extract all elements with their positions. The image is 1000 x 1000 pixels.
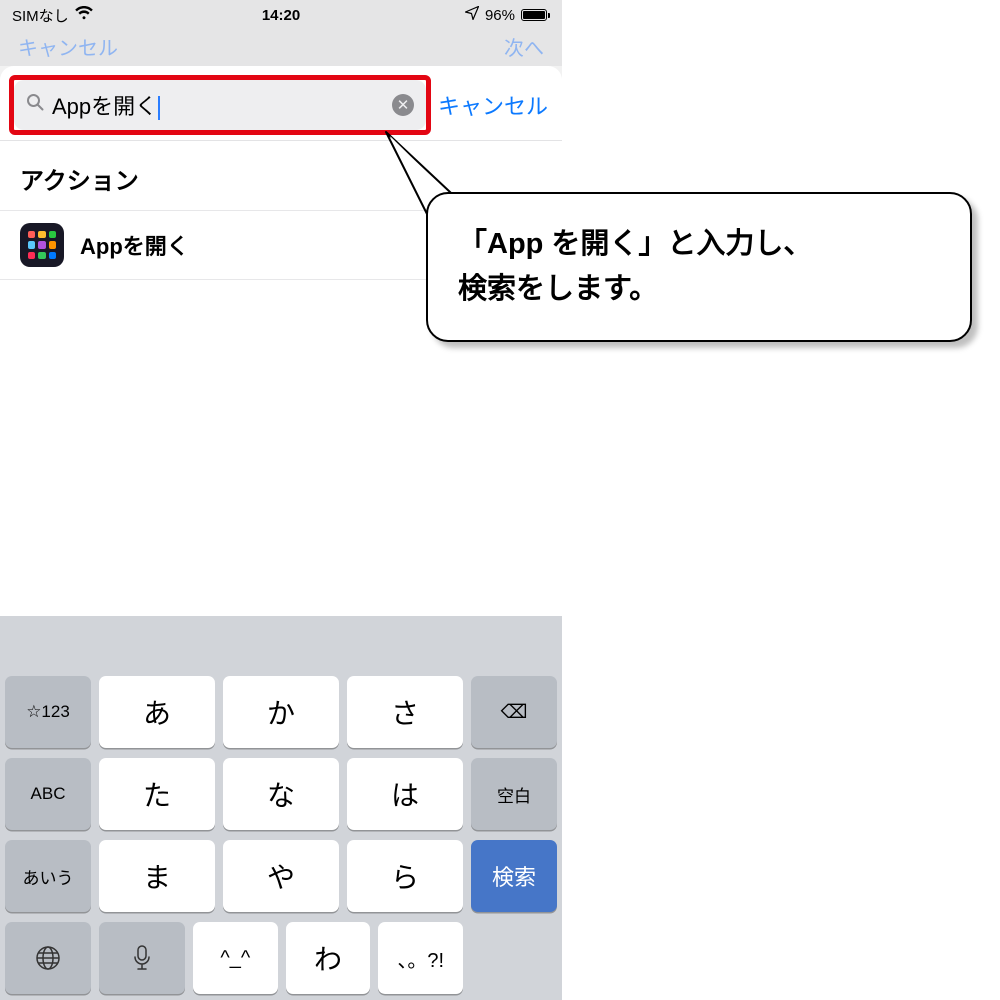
result-label: Appを開く	[80, 229, 189, 261]
cancel-button[interactable]: キャンセル	[438, 89, 548, 121]
key-た[interactable]: た	[99, 758, 215, 830]
key-mic[interactable]	[99, 922, 185, 994]
shortcuts-icon	[20, 223, 64, 267]
search-icon	[26, 93, 44, 117]
instruction-callout: 「App を開く」と入力し、 検索をします。	[426, 192, 972, 342]
key-backspace[interactable]: ⌫	[471, 676, 557, 748]
carrier-label: SIMなし	[12, 5, 69, 26]
key-さ[interactable]: さ	[347, 676, 463, 748]
key-abc[interactable]: ABC	[5, 758, 91, 830]
wifi-icon	[75, 6, 93, 25]
key-や[interactable]: や	[223, 840, 339, 912]
key-、。?![interactable]: 、。?!	[378, 922, 463, 994]
key-globe[interactable]	[5, 922, 91, 994]
key-kana[interactable]: あいう	[5, 840, 91, 912]
background-nav: キャンセル 次へ	[0, 30, 562, 66]
key-ら[interactable]: ら	[347, 840, 463, 912]
key-か[interactable]: か	[223, 676, 339, 748]
callout-line2: 検索をします。	[458, 267, 940, 312]
key-あ[interactable]: あ	[99, 676, 215, 748]
key-は[interactable]: は	[347, 758, 463, 830]
status-bar: SIMなし 14:20 96%	[0, 0, 562, 30]
suggestion-bar	[5, 624, 557, 676]
battery-pct: 96%	[485, 7, 515, 24]
clear-icon[interactable]: ✕	[392, 94, 414, 116]
key-^_^[interactable]: ^_^	[193, 922, 278, 994]
battery-icon	[521, 9, 550, 21]
bg-cancel: キャンセル	[18, 32, 118, 61]
clock: 14:20	[262, 7, 300, 24]
key-space[interactable]: 空白	[471, 758, 557, 830]
bg-next: 次へ	[504, 32, 544, 61]
search-value: Appを開く	[52, 94, 157, 119]
callout-line1: 「App を開く」と入力し、	[458, 222, 940, 267]
key-search[interactable]: 検索	[471, 840, 557, 912]
key-わ[interactable]: わ	[286, 922, 371, 994]
key-な[interactable]: な	[223, 758, 339, 830]
keyboard: ☆123 ABC あいう あかさたなはまやら ⌫ 空白 検索 ^_^わ	[0, 616, 562, 1000]
location-icon	[465, 6, 479, 24]
phone-frame: SIMなし 14:20 96% キャンセル 次へ	[0, 0, 562, 1000]
key-ま[interactable]: ま	[99, 840, 215, 912]
text-caret	[158, 96, 160, 120]
key-num[interactable]: ☆123	[5, 676, 91, 748]
